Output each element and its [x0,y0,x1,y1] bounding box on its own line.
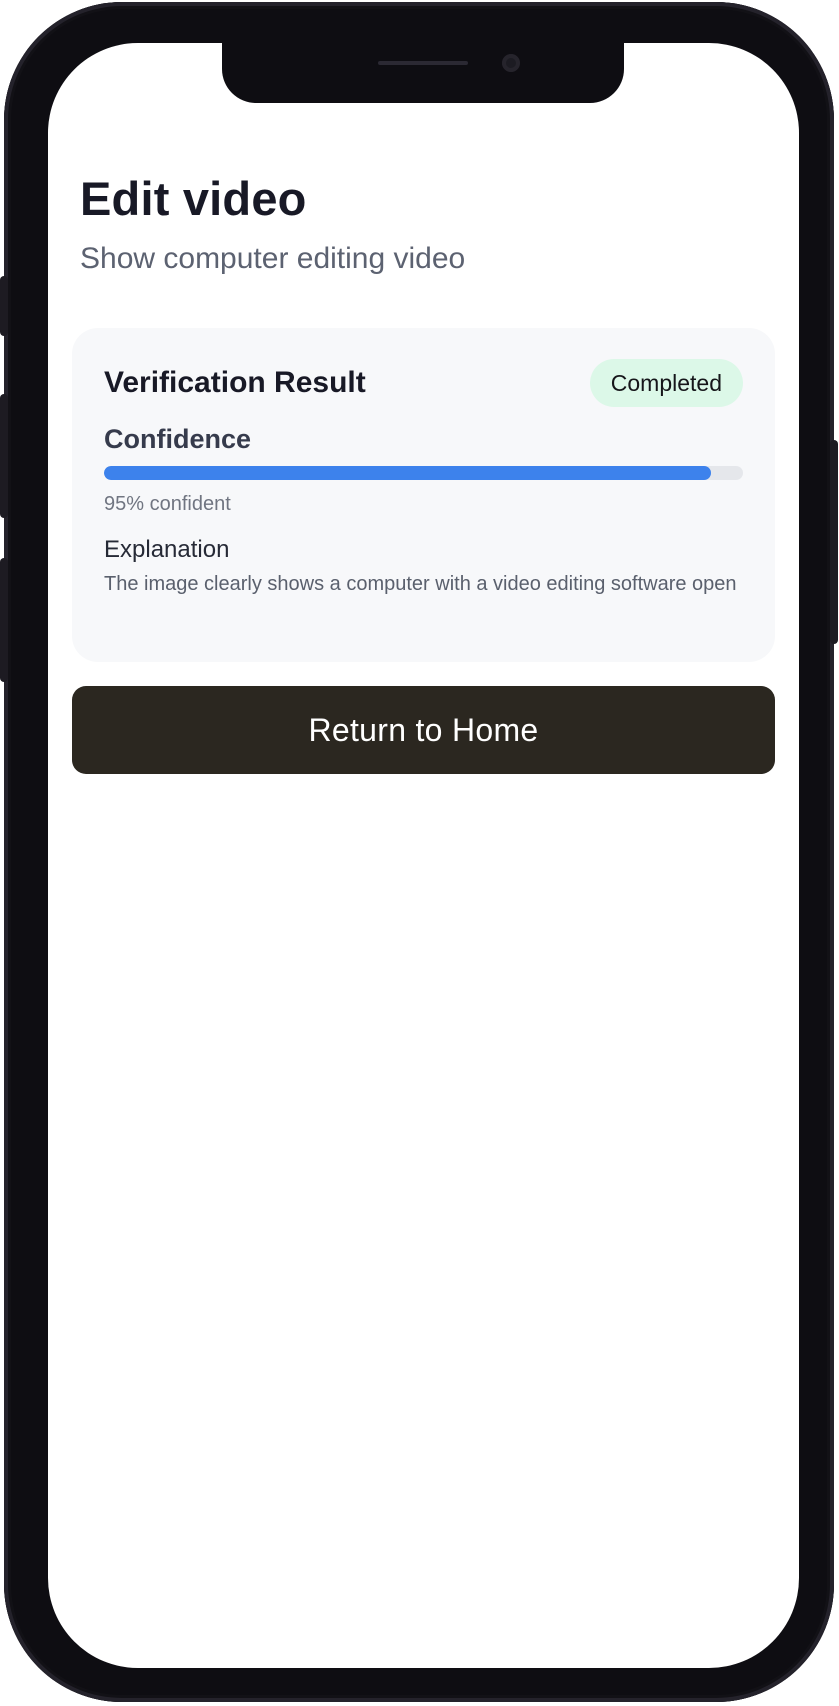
volume-up-button [0,394,8,518]
explanation-text: The image clearly shows a computer with … [104,573,737,595]
speaker-icon [378,61,468,65]
verification-result-card: Verification Result Completed Confidence… [72,328,775,662]
power-button [830,440,838,644]
camera-icon [502,54,520,72]
card-title: Verification Result [104,366,366,399]
confidence-label: Confidence [104,424,252,454]
volume-down-button [0,558,8,682]
confidence-text: 95% confident [104,493,231,515]
silent-switch [0,276,8,336]
explanation-label: Explanation [104,536,230,563]
status-badge: Completed [589,359,743,407]
return-home-button[interactable]: Return to Home [72,686,775,774]
phone-screen: Edit video Show computer editing video V… [48,43,799,1668]
page-title: Edit video [80,172,307,225]
confidence-progress-bar [104,466,743,480]
notch [222,43,624,103]
phone-frame: Edit video Show computer editing video V… [0,2,838,1702]
confidence-progress-fill [104,466,712,480]
page-subtitle: Show computer editing video [80,242,466,275]
